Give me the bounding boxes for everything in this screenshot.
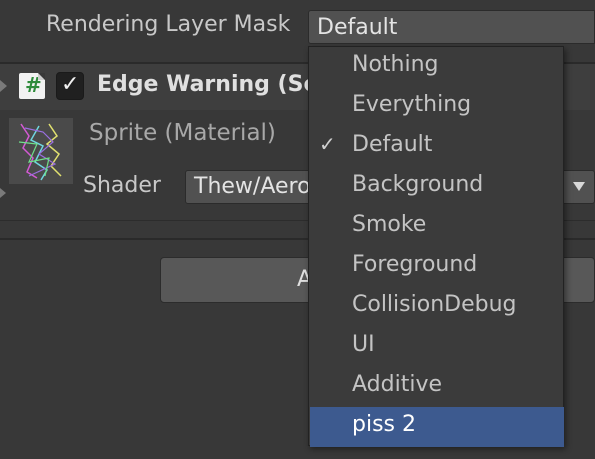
menu-item-default[interactable]: ✓ Default — [310, 127, 564, 167]
menu-item-label: CollisionDebug — [352, 292, 517, 317]
menu-item-label: piss 2 — [352, 412, 416, 437]
component-enabled-checkbox[interactable]: ✓ — [56, 72, 84, 100]
checkmark-icon: ✓ — [319, 132, 336, 156]
menu-item-label: Default — [352, 132, 433, 157]
material-preview-thumbnail[interactable] — [9, 118, 73, 184]
menu-item-label: Additive — [352, 372, 442, 397]
menu-item-collisiondebug[interactable]: CollisionDebug — [310, 287, 564, 327]
script-hash-glyph: # — [25, 73, 42, 97]
rendering-layer-mask-dropdown[interactable]: Default — [308, 10, 595, 44]
material-name: Sprite (Material) — [89, 120, 276, 146]
menu-item-everything[interactable]: Everything — [310, 87, 564, 127]
script-icon: # — [19, 73, 45, 99]
foldout-arrow-icon[interactable] — [0, 80, 7, 92]
material-preview-image — [9, 118, 73, 184]
inspector-panel: Rendering Layer Mask Default # ✓ Edge Wa… — [0, 0, 595, 459]
menu-item-ui[interactable]: UI — [310, 327, 564, 367]
menu-item-label: UI — [352, 332, 375, 357]
menu-item-smoke[interactable]: Smoke — [310, 207, 564, 247]
chevron-down-icon[interactable] — [573, 182, 585, 191]
menu-item-additive[interactable]: Additive — [310, 367, 564, 407]
shader-value: Thew/Aero — [194, 174, 311, 199]
menu-item-nothing[interactable]: Nothing — [310, 47, 564, 87]
layer-mask-dropdown-menu: Nothing Everything ✓ Default Background … — [308, 46, 564, 447]
menu-item-label: Background — [352, 172, 484, 197]
menu-item-background[interactable]: Background — [310, 167, 564, 207]
menu-item-foreground[interactable]: Foreground — [310, 247, 564, 287]
menu-item-label: Foreground — [352, 252, 478, 277]
component-title: Edge Warning (Scr — [97, 72, 328, 97]
rendering-layer-mask-value: Default — [317, 15, 398, 40]
rendering-layer-mask-label: Rendering Layer Mask — [46, 12, 291, 37]
menu-item-label: Everything — [352, 92, 472, 117]
checkmark-icon: ✓ — [61, 72, 80, 97]
menu-item-label: Nothing — [352, 52, 439, 77]
foldout-arrow-icon[interactable] — [0, 188, 6, 198]
menu-item-label: Smoke — [352, 212, 427, 237]
menu-item-piss-2[interactable]: piss 2 — [310, 407, 564, 447]
shader-label: Shader — [83, 173, 161, 198]
